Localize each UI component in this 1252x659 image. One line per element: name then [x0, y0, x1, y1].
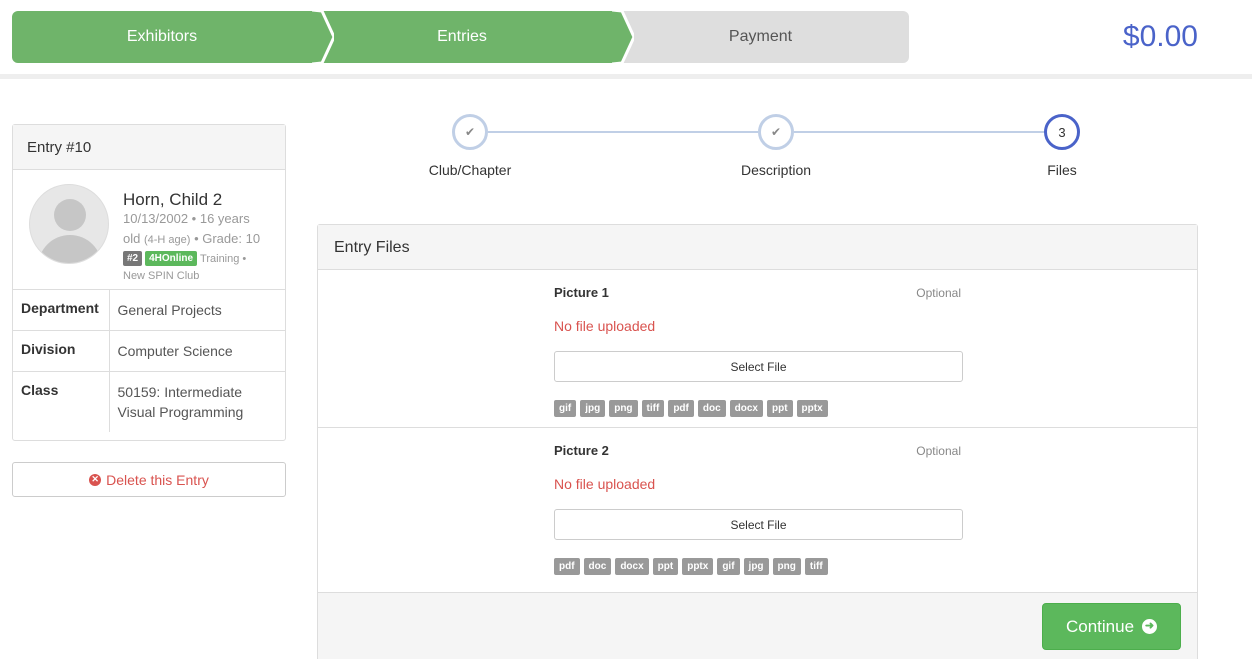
optional-label: Optional: [916, 444, 961, 458]
step-done-check-icon[interactable]: ✔: [452, 114, 488, 150]
exhibitor-dob-age: 10/13/2002 • 16 years: [123, 211, 250, 226]
upload-status: No file uploaded: [554, 318, 656, 334]
file-type-badge: ppt: [652, 558, 679, 575]
file-type-badge: ppt: [767, 400, 793, 417]
file-type-badge: pdf: [668, 400, 694, 417]
training-label: Training •: [200, 252, 247, 265]
optional-label: Optional: [916, 286, 961, 300]
table-row: Division Computer Science: [13, 330, 285, 372]
file-upload-picture-1: Picture 1 Optional No file uploaded Sele…: [318, 270, 1197, 428]
file-type-badge: pptx: [682, 558, 714, 575]
allowed-file-types: gif jpg png tiff pdf doc docx ppt pptx: [554, 400, 828, 417]
file-type-badge: doc: [583, 558, 612, 575]
grade: • Grade: 10: [194, 231, 261, 246]
file-type-badge: pdf: [554, 558, 580, 575]
file-upload-picture-2: Picture 2 Optional No file uploaded Sele…: [318, 428, 1197, 593]
select-file-button[interactable]: Select File: [554, 509, 963, 540]
header-divider: [0, 74, 1252, 79]
progress-step-payment[interactable]: Payment: [612, 11, 909, 63]
exhibitor-name: Horn, Child 2: [123, 190, 223, 209]
step-label-club-chapter: Club/Chapter: [428, 162, 512, 178]
chevron-separator-icon: [312, 11, 334, 63]
progress-step-entries[interactable]: Entries: [312, 11, 612, 63]
exhibitor-profile: Horn, Child 2 10/13/2002 • 16 years old …: [13, 170, 285, 290]
source-badge: 4HOnline: [145, 251, 198, 266]
upload-status: No file uploaded: [554, 476, 656, 492]
chevron-separator-icon: [612, 11, 634, 63]
stepper-connector: [794, 131, 1064, 133]
detail-label: Class: [13, 371, 110, 432]
detail-label: Department: [13, 290, 110, 331]
file-type-badge: pptx: [796, 400, 828, 417]
file-type-badge: jpg: [743, 558, 769, 575]
step-marker: ✔: [464, 125, 476, 139]
file-type-badge: gif: [554, 400, 577, 417]
file-type-badge: png: [772, 558, 801, 575]
entry-files-panel: Entry Files Picture 1 Optional No file u…: [317, 224, 1198, 659]
select-file-button[interactable]: Select File: [554, 351, 963, 382]
detail-value: Computer Science: [109, 330, 285, 372]
detail-value: General Projects: [109, 290, 285, 331]
file-type-badge: docx: [615, 558, 649, 575]
remove-circle-icon: ✕: [89, 473, 102, 486]
checkout-progress-bar: Exhibitors Entries Payment $0.00: [0, 0, 1252, 78]
age-note: (4-H age): [143, 234, 191, 246]
stepper-connector: [488, 131, 758, 133]
file-title: Picture 2: [554, 443, 609, 458]
avatar-body-shape: [38, 235, 102, 263]
progress-step-label: Payment: [728, 28, 793, 45]
step-label-description: Description: [740, 162, 812, 178]
exhibitor-number-badge: #2: [123, 251, 143, 266]
panel-footer: Continue ➜: [318, 593, 1197, 659]
avatar-head-shape: [54, 199, 86, 231]
file-title: Picture 1: [554, 285, 609, 300]
detail-label: Division: [13, 330, 110, 372]
allowed-file-types: pdf doc docx ppt pptx gif jpg png tiff: [554, 558, 828, 575]
progress-step-exhibitors[interactable]: Exhibitors: [12, 11, 312, 63]
cart-total: $0.00: [1122, 20, 1198, 53]
club-name: New SPIN Club: [123, 270, 200, 282]
file-type-badge: tiff: [641, 400, 665, 417]
continue-button[interactable]: Continue ➜: [1042, 603, 1181, 650]
delete-entry-button[interactable]: ✕ Delete this Entry: [12, 462, 286, 497]
entry-title: Entry #10: [13, 125, 285, 170]
age-prefix: old: [123, 231, 141, 246]
file-type-badge: docx: [729, 400, 763, 417]
progress-step-label: Exhibitors: [126, 28, 198, 45]
step-current-indicator[interactable]: 3: [1044, 114, 1080, 150]
entry-details-table: Department General Projects Division Com…: [13, 290, 285, 432]
step-marker: ✔: [770, 125, 782, 139]
exhibitor-tags: #2 4HOnline Training •: [123, 251, 246, 266]
continue-label: Continue: [1065, 616, 1135, 636]
table-row: Class 50159: Intermediate Visual Program…: [13, 371, 285, 432]
progress-step-label: Entries: [437, 28, 487, 45]
file-type-badge: doc: [697, 400, 726, 417]
panel-title: Entry Files: [318, 225, 1197, 270]
exhibitor-age-grade: old (4-H age) • Grade: 10: [123, 231, 260, 246]
delete-entry-label: Delete this Entry: [106, 471, 209, 488]
step-done-check-icon[interactable]: ✔: [758, 114, 794, 150]
wizard-stepper: ✔ Club/Chapter ✔ Description 3 Files: [360, 114, 1160, 184]
file-type-badge: jpg: [580, 400, 606, 417]
step-marker: 3: [1058, 124, 1066, 140]
avatar: [29, 184, 109, 264]
file-type-badge: png: [609, 400, 638, 417]
detail-value: 50159: Intermediate Visual Programming: [117, 384, 244, 420]
progress-steps: Exhibitors Entries Payment: [12, 11, 909, 63]
arrow-right-circle-icon: ➜: [1142, 619, 1158, 634]
file-type-badge: tiff: [804, 558, 828, 575]
table-row: Department General Projects: [13, 290, 285, 331]
entry-summary-card: Entry #10 Horn, Child 2 10/13/2002 • 16 …: [12, 124, 286, 441]
file-type-badge: gif: [717, 558, 740, 575]
step-label-files: Files: [1047, 162, 1077, 178]
